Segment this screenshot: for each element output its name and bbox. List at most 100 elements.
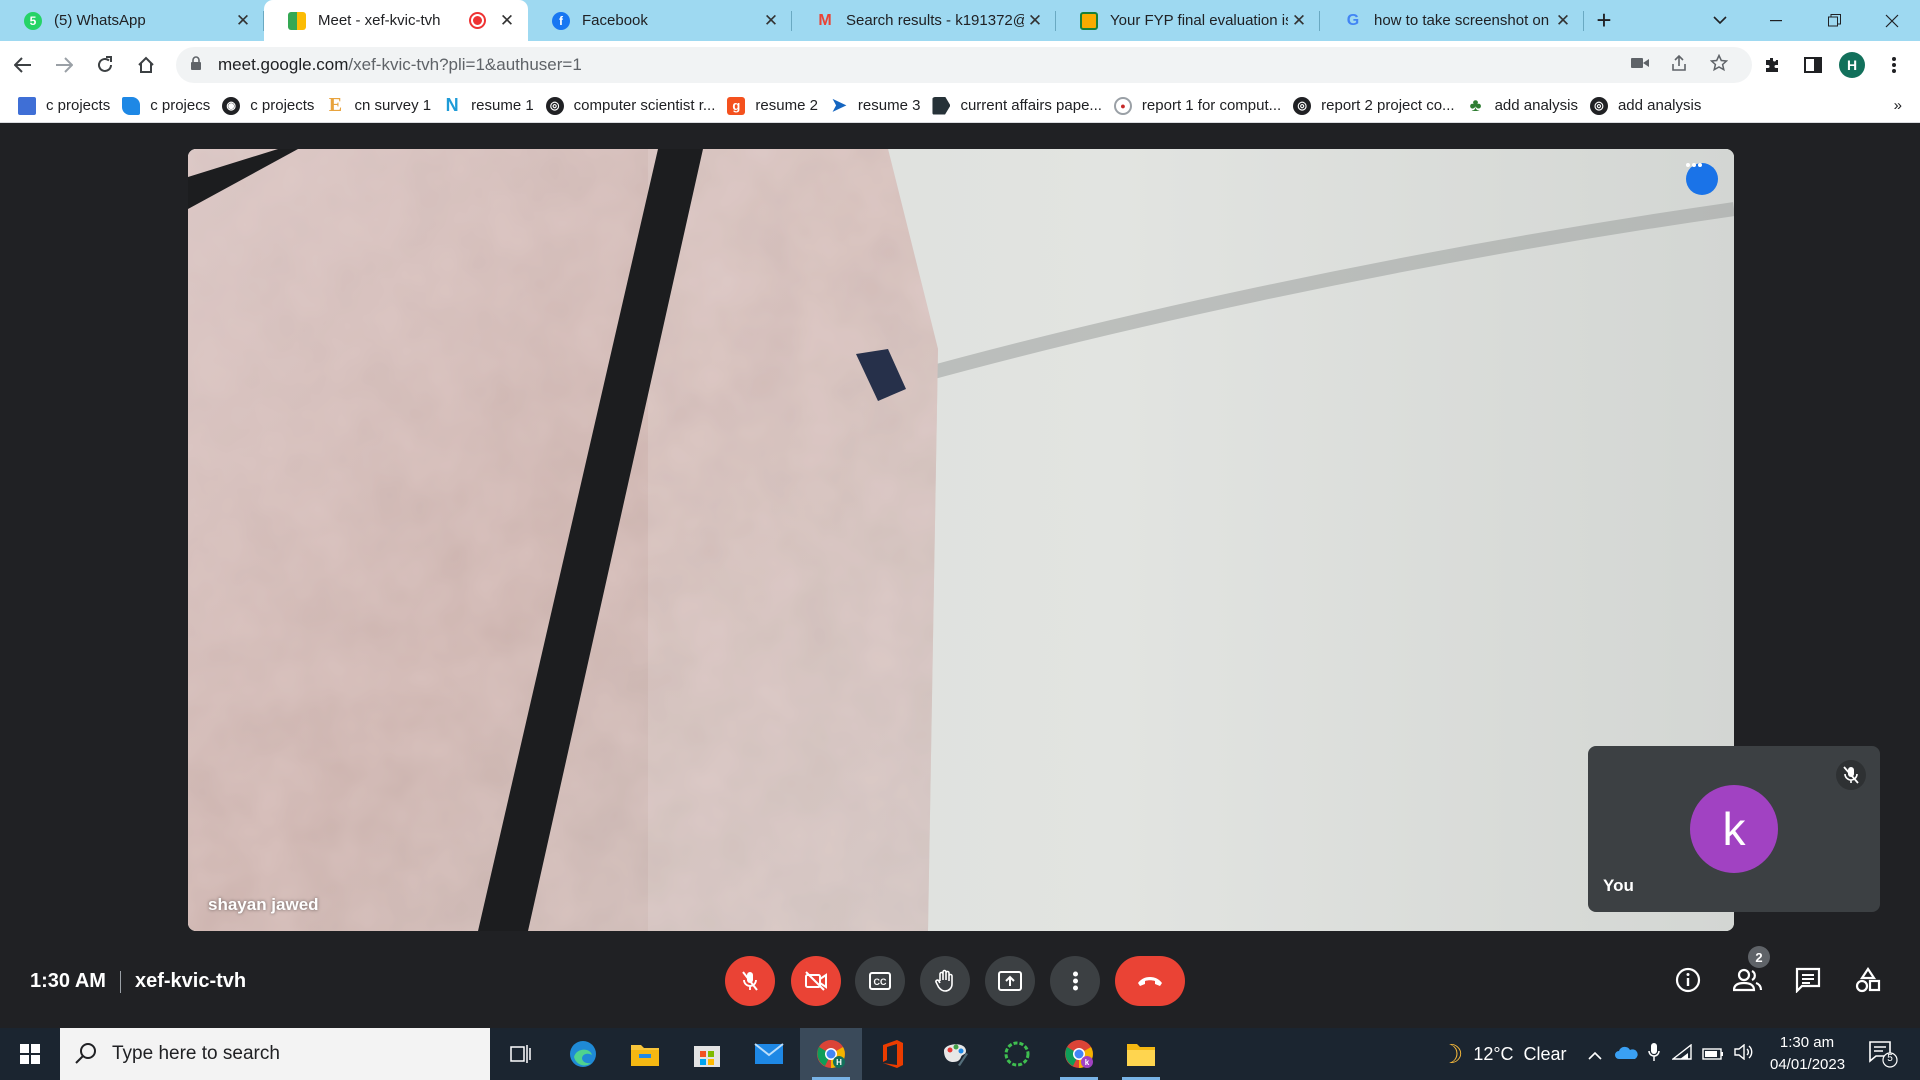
meeting-time: 1:30 AM: [30, 970, 106, 992]
mic-off-icon: [742, 971, 758, 991]
leave-call-button[interactable]: [1115, 956, 1185, 1006]
notification-center-icon[interactable]: 5: [1868, 1040, 1898, 1068]
activities-icon: [1855, 967, 1881, 993]
mail-icon[interactable]: [738, 1028, 800, 1080]
edge-icon[interactable]: [552, 1028, 614, 1080]
bookmark-item[interactable]: ◎ computer scientist r...: [545, 92, 728, 120]
present-icon: [998, 971, 1022, 991]
bookmark-item[interactable]: ● report 1 for comput...: [1113, 92, 1293, 120]
side-panel-icon[interactable]: [1795, 47, 1831, 83]
taskbar-clock[interactable]: 1:30 am 04/01/2023: [1770, 1032, 1846, 1076]
bookmark-item[interactable]: ◉ c projects: [222, 92, 326, 120]
captions-button[interactable]: CC: [855, 956, 905, 1006]
reload-icon[interactable]: [87, 47, 123, 83]
tab-title: Meet - xef-kvic-tvh: [318, 12, 441, 29]
profile-avatar[interactable]: H: [1839, 52, 1865, 78]
chat-icon: [1795, 967, 1821, 993]
task-view-icon[interactable]: [490, 1028, 552, 1080]
onedrive-icon[interactable]: [1614, 1044, 1638, 1065]
chrome-taskbar-icon[interactable]: H: [800, 1028, 862, 1080]
url-host: meet.google.com: [218, 55, 349, 74]
activities-button[interactable]: [1846, 956, 1890, 1004]
participant-count-badge: 2: [1748, 946, 1770, 968]
present-screen-button[interactable]: [985, 956, 1035, 1006]
letter-g-icon: g: [727, 96, 746, 115]
bookmark-item[interactable]: Ecn survey 1: [326, 92, 443, 120]
restore-icon[interactable]: [1806, 0, 1862, 41]
bookmark-item[interactable]: c projecs: [122, 92, 222, 120]
recording-indicator-icon: [471, 14, 484, 27]
self-label: You: [1603, 876, 1634, 895]
microphone-toggle-button[interactable]: [725, 956, 775, 1006]
bookmark-item[interactable]: ♣ add analysis: [1467, 92, 1590, 120]
close-tab-icon[interactable]: ✕: [1288, 10, 1310, 32]
folder-icon[interactable]: [1110, 1028, 1172, 1080]
tab-gmail[interactable]: M Search results - k191372@n ✕: [792, 0, 1056, 41]
bookmark-item[interactable]: ➤ resume 3: [830, 92, 933, 120]
raise-hand-button[interactable]: [920, 956, 970, 1006]
bookmark-item[interactable]: c projects: [18, 92, 122, 120]
bookmark-item[interactable]: ◎ report 2 project co...: [1293, 92, 1466, 120]
whatsapp-icon: 5: [24, 11, 42, 30]
bookmark-item[interactable]: g resume 2: [727, 92, 830, 120]
more-options-icon[interactable]: [1686, 163, 1718, 195]
people-icon: [1733, 968, 1763, 992]
self-avatar: k: [1690, 785, 1778, 873]
lock-icon[interactable]: [190, 56, 202, 74]
volume-icon[interactable]: [1734, 1043, 1754, 1065]
file-explorer-icon[interactable]: [614, 1028, 676, 1080]
tab-facebook[interactable]: f Facebook ✕: [528, 0, 792, 41]
search-placeholder: Type here to search: [112, 1043, 280, 1064]
bookmark-star-icon[interactable]: [1709, 53, 1729, 77]
new-tab-button[interactable]: +: [1584, 0, 1624, 41]
svg-text:CC: CC: [874, 977, 887, 987]
hang-up-icon: [1138, 977, 1162, 986]
globe-icon: ◎: [545, 96, 564, 115]
more-options-button[interactable]: [1050, 956, 1100, 1006]
url-path: /xef-kvic-tvh?pli=1&authuser=1: [348, 55, 582, 74]
bookmark-item[interactable]: current affairs pape...: [932, 92, 1113, 120]
chrome-profile-icon[interactable]: k: [1048, 1028, 1110, 1080]
more-bookmarks-icon[interactable]: »: [1894, 97, 1902, 114]
browser-menu-icon[interactable]: [1876, 47, 1912, 83]
hand-icon: [935, 969, 953, 992]
wifi-icon[interactable]: [1670, 1043, 1692, 1065]
taskbar-search-box[interactable]: Type here to search: [60, 1028, 490, 1080]
browser-tab-strip: 5 (5) WhatsApp ✕ Meet - xef-kvic-tvh ✕ f…: [0, 0, 1920, 41]
camera-in-use-icon[interactable]: [1631, 54, 1649, 74]
minimize-icon[interactable]: [1748, 0, 1804, 41]
microphone-tray-icon[interactable]: [1648, 1042, 1660, 1067]
close-tab-icon[interactable]: ✕: [1552, 10, 1574, 32]
paint-icon[interactable]: [924, 1028, 986, 1080]
show-hidden-icons-icon[interactable]: [1588, 1044, 1602, 1065]
bookmark-item[interactable]: Nresume 1: [443, 92, 546, 120]
taskbar-date: 04/01/2023: [1770, 1056, 1846, 1073]
tab-classroom[interactable]: Your FYP final evaluation is ✕: [1056, 0, 1320, 41]
forward-icon[interactable]: [46, 47, 82, 83]
close-tab-icon[interactable]: ✕: [496, 10, 518, 32]
weather-widget[interactable]: ☽ 12°C Clear: [1440, 1028, 1567, 1080]
microsoft-store-icon[interactable]: [676, 1028, 738, 1080]
close-window-icon[interactable]: [1864, 0, 1920, 41]
start-button[interactable]: [0, 1028, 60, 1080]
tab-google-meet[interactable]: Meet - xef-kvic-tvh ✕: [264, 0, 528, 41]
circle-icon: ●: [1113, 96, 1132, 115]
bookmark-item[interactable]: ◎ add analysis: [1589, 92, 1713, 120]
close-tab-icon[interactable]: ✕: [1024, 10, 1046, 32]
back-icon[interactable]: [5, 47, 41, 83]
office-icon[interactable]: [862, 1028, 924, 1080]
battery-icon[interactable]: [1702, 1044, 1724, 1065]
tab-search-icon[interactable]: [1692, 0, 1748, 41]
camera-toggle-button[interactable]: [791, 956, 841, 1006]
loading-app-icon[interactable]: [986, 1028, 1048, 1080]
home-icon[interactable]: [128, 47, 164, 83]
extensions-icon[interactable]: [1754, 47, 1790, 83]
share-icon[interactable]: [1670, 54, 1688, 77]
close-tab-icon[interactable]: ✕: [760, 10, 782, 32]
address-bar[interactable]: meet.google.com/xef-kvic-tvh?pli=1&authu…: [176, 47, 1752, 83]
chat-button[interactable]: [1786, 956, 1830, 1004]
tab-whatsapp[interactable]: 5 (5) WhatsApp ✕: [0, 0, 264, 41]
meeting-details-button[interactable]: [1666, 956, 1710, 1004]
tab-google-search[interactable]: G how to take screenshot on l ✕: [1320, 0, 1584, 41]
close-tab-icon[interactable]: ✕: [232, 10, 254, 32]
